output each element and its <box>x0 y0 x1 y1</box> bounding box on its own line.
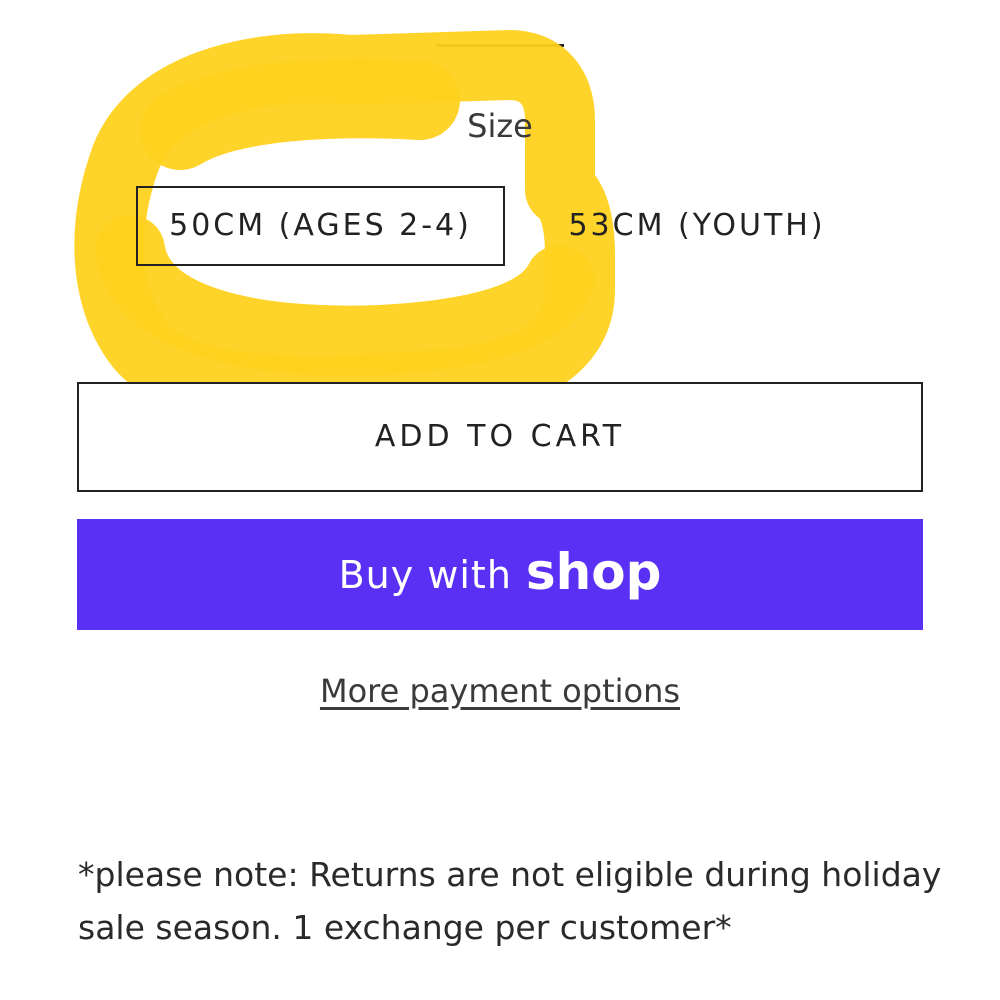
returns-note: *please note: Returns are not eligible d… <box>78 855 942 947</box>
size-option-50cm[interactable]: 50CM (AGES 2-4) <box>136 186 505 266</box>
more-payment-options-link[interactable]: More payment options <box>250 668 750 714</box>
shop-logo-icon: shop <box>525 542 662 601</box>
size-label: Size <box>467 107 533 145</box>
size-option-53cm[interactable]: 53CM (YOUTH) <box>552 186 842 266</box>
buy-with-shop-button[interactable]: Buy with shop <box>77 519 923 630</box>
top-divider <box>436 44 564 47</box>
add-to-cart-button[interactable]: ADD TO CART <box>77 382 923 492</box>
buy-with-label: Buy with <box>338 552 512 597</box>
